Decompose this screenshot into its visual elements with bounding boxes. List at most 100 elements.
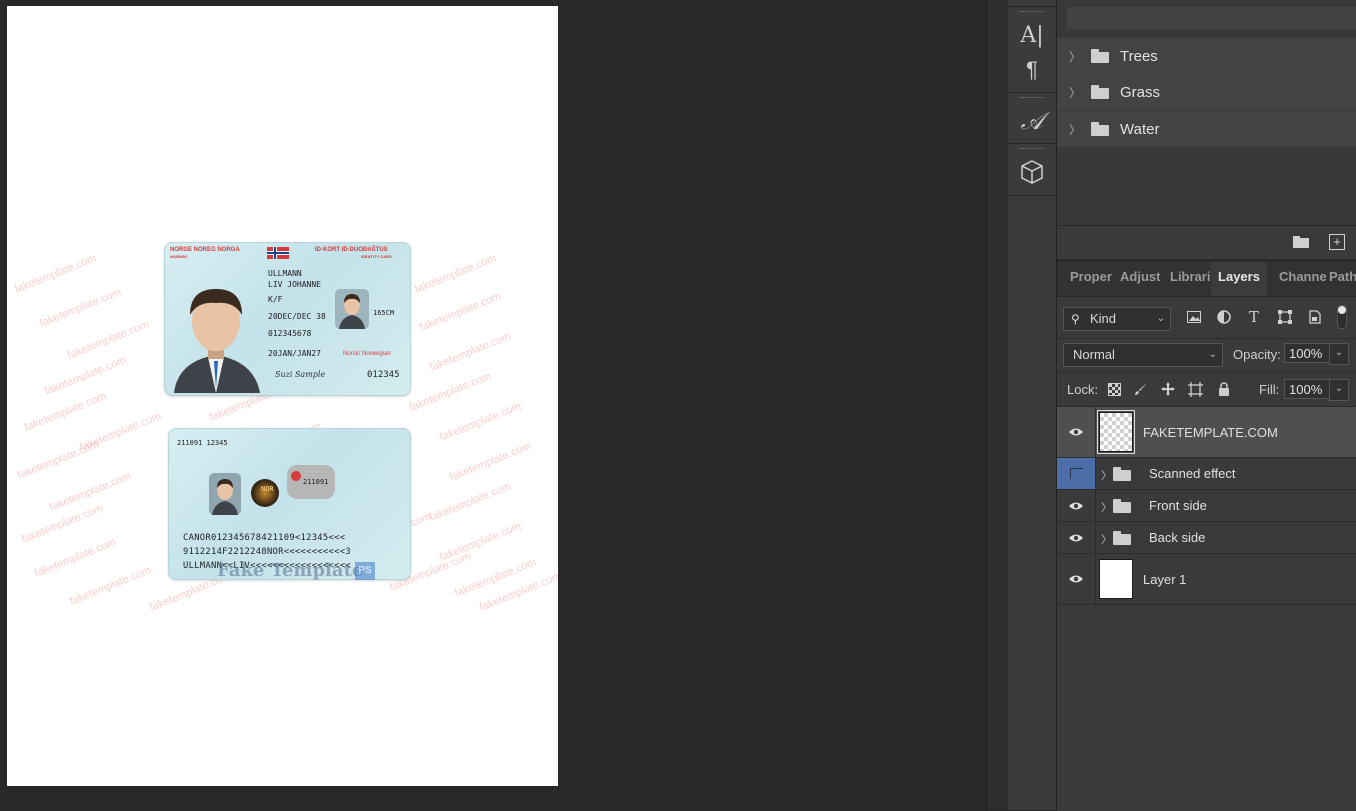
layer-name[interactable]: FAKETEMPLATE.COM [1143, 425, 1278, 440]
mrz-line-1: CANOR012345678421109<12345<<< [183, 533, 346, 543]
watermark-text: faketemplate.com [22, 390, 108, 434]
watermark-text: faketemplate.com [412, 252, 498, 296]
nor-emblem-text: NOR [261, 485, 274, 493]
3d-cube-icon[interactable] [1008, 154, 1056, 190]
blend-mode-select[interactable]: Normal ⌄ [1063, 343, 1223, 367]
fill-dropdown-button[interactable]: ⌄ [1329, 379, 1349, 401]
watermark-text: faketemplate.com [407, 370, 493, 414]
back-portrait [209, 473, 241, 515]
tab-channels[interactable]: Channe [1271, 262, 1331, 296]
watermark-text: faketemplate.com [32, 536, 118, 580]
tab-paths[interactable]: Path [1323, 262, 1356, 296]
tab-layers[interactable]: Layers [1211, 262, 1267, 296]
lock-row: Lock: Fill: 100% ⌄ [1057, 371, 1356, 406]
tab-properties[interactable]: Proper [1063, 262, 1122, 296]
id-card-back: 211091 12345 NOR 211091 CANOR01234567842… [168, 428, 411, 580]
visibility-eye-icon[interactable] [1057, 522, 1096, 553]
smart-object-filter-icon[interactable] [1307, 309, 1323, 325]
tab-libraries[interactable]: Librari [1167, 262, 1214, 296]
nationality: Norsk/ Norwegian [343, 351, 391, 357]
pixel-layer-filter-icon[interactable] [1186, 309, 1202, 325]
fill-label: Fill: [1259, 382, 1280, 397]
tab-adjustments[interactable]: Adjust [1115, 262, 1172, 296]
id-card-front: NORGE NOREG NORGA NORWAY ID-KORT ID-DUOĐ… [164, 242, 411, 396]
height: 165CM [373, 309, 395, 317]
layer-row-front-side[interactable]: 〉 Front side [1057, 490, 1356, 522]
brush-group-grass[interactable]: 〉 Grass [1057, 74, 1356, 111]
layer-row-faketemplate[interactable]: FAKETEMPLATE.COM [1057, 407, 1356, 458]
card-number: 012345 [367, 370, 400, 380]
card-header-right: ID-KORT ID-DUOĐAŠTUS [315, 247, 388, 253]
personal-number: 012345678 [268, 329, 312, 338]
layer-row-scanned-effect[interactable]: 〉 Scanned effect [1057, 458, 1356, 490]
ghost-number: 211091 [303, 478, 329, 486]
fake-template-overlay: Fake Template [217, 560, 364, 581]
brushes-panel: 〉 Trees 〉 Grass 〉 Water [1057, 0, 1356, 225]
chevron-right-icon[interactable]: 〉 [1069, 84, 1081, 101]
card-header-left: NORGE NOREG NORGA [170, 247, 240, 253]
norway-flag-icon [267, 247, 289, 259]
layer-name[interactable]: Front side [1149, 498, 1207, 513]
layer-name[interactable]: Layer 1 [1143, 572, 1186, 587]
lock-image-pixels-icon[interactable] [1133, 381, 1149, 397]
type-layer-filter-icon[interactable]: T [1246, 308, 1262, 326]
hidden-visibility-box[interactable] [1057, 458, 1096, 489]
visibility-eye-icon[interactable] [1057, 490, 1096, 521]
character-icon[interactable]: A| [1008, 17, 1056, 53]
canvas-area[interactable]: faketemplate.com faketemplate.com faketemp… [0, 0, 986, 810]
watermark-text: faketemplate.com [15, 438, 101, 482]
new-group-folder-icon[interactable] [1293, 236, 1309, 248]
back-top-number: 211091 12345 [177, 439, 228, 447]
watermark-text: faketemplate.com [437, 400, 523, 444]
lock-all-icon[interactable] [1216, 381, 1232, 397]
chevron-right-icon[interactable]: 〉 [1069, 121, 1081, 138]
hidden-eye-placeholder-icon [1069, 468, 1083, 479]
opacity-input[interactable]: 100% [1284, 343, 1330, 363]
brush-search-bar[interactable] [1067, 7, 1356, 29]
shape-layer-filter-icon[interactable] [1277, 309, 1293, 325]
blend-row: Normal ⌄ Opacity: 100% ⌄ [1057, 338, 1356, 371]
visibility-eye-icon[interactable] [1057, 407, 1096, 457]
lock-artboard-icon[interactable] [1187, 381, 1203, 397]
opacity-dropdown-button[interactable]: ⌄ [1329, 343, 1349, 365]
panel-dock-divider[interactable] [986, 0, 1010, 810]
card-header-left-sub: NORWAY [170, 254, 188, 259]
chevron-down-icon: ⌄ [1208, 349, 1217, 360]
layer-row-layer-1[interactable]: Layer 1 [1057, 554, 1356, 605]
layer-row-back-side[interactable]: 〉 Back side [1057, 522, 1356, 554]
blend-mode-value: Normal [1073, 347, 1115, 362]
brush-group-trees[interactable]: 〉 Trees [1057, 38, 1356, 75]
paragraph-icon[interactable]: ¶ [1008, 52, 1056, 88]
lock-transparent-pixels-icon[interactable] [1106, 381, 1122, 397]
adjustment-layer-filter-icon[interactable] [1216, 309, 1232, 325]
lock-label: Lock: [1067, 382, 1099, 397]
layer-name[interactable]: Scanned effect [1149, 466, 1236, 481]
layer-thumbnail [1099, 559, 1133, 599]
new-brush-icon[interactable]: + [1329, 234, 1345, 250]
card-header-right-sub: IDENTITY CARD [361, 254, 392, 259]
mrz-line-2: 9112214F2212248NOR<<<<<<<<<<<3 [183, 547, 351, 557]
watermark-text: faketemplate.com [427, 480, 513, 524]
layer-name[interactable]: Back side [1149, 530, 1205, 545]
folder-icon [1091, 85, 1109, 99]
watermark-text: faketemplate.com [65, 318, 151, 362]
filter-kind-select[interactable]: ⚲ Kind ⌄ [1063, 307, 1171, 331]
visibility-eye-icon[interactable] [1057, 554, 1096, 604]
signature: Suzi Sample [275, 370, 326, 379]
expiry-date: 20JAN/JAN27 [268, 349, 321, 358]
chevron-right-icon[interactable]: 〉 [1101, 467, 1112, 483]
watermark-text: faketemplate.com [427, 330, 513, 374]
surname: ULLMANN [268, 269, 302, 278]
chevron-right-icon[interactable]: 〉 [1101, 531, 1112, 547]
watermark-text: faketemplate.com [12, 252, 98, 296]
layer-thumbnail [1097, 410, 1135, 454]
document-page[interactable]: faketemplate.com faketemplate.com faketemp… [7, 6, 558, 786]
brush-group-water[interactable]: 〉 Water [1057, 111, 1356, 148]
ghost-portrait [335, 289, 369, 329]
filter-toggle-switch[interactable] [1337, 305, 1347, 329]
fill-input[interactable]: 100% [1284, 379, 1330, 399]
chevron-right-icon[interactable]: 〉 [1101, 499, 1112, 515]
lock-position-icon[interactable] [1160, 381, 1176, 397]
chevron-right-icon[interactable]: 〉 [1069, 48, 1081, 65]
glyphs-icon[interactable]: 𝒜 [1008, 103, 1056, 139]
